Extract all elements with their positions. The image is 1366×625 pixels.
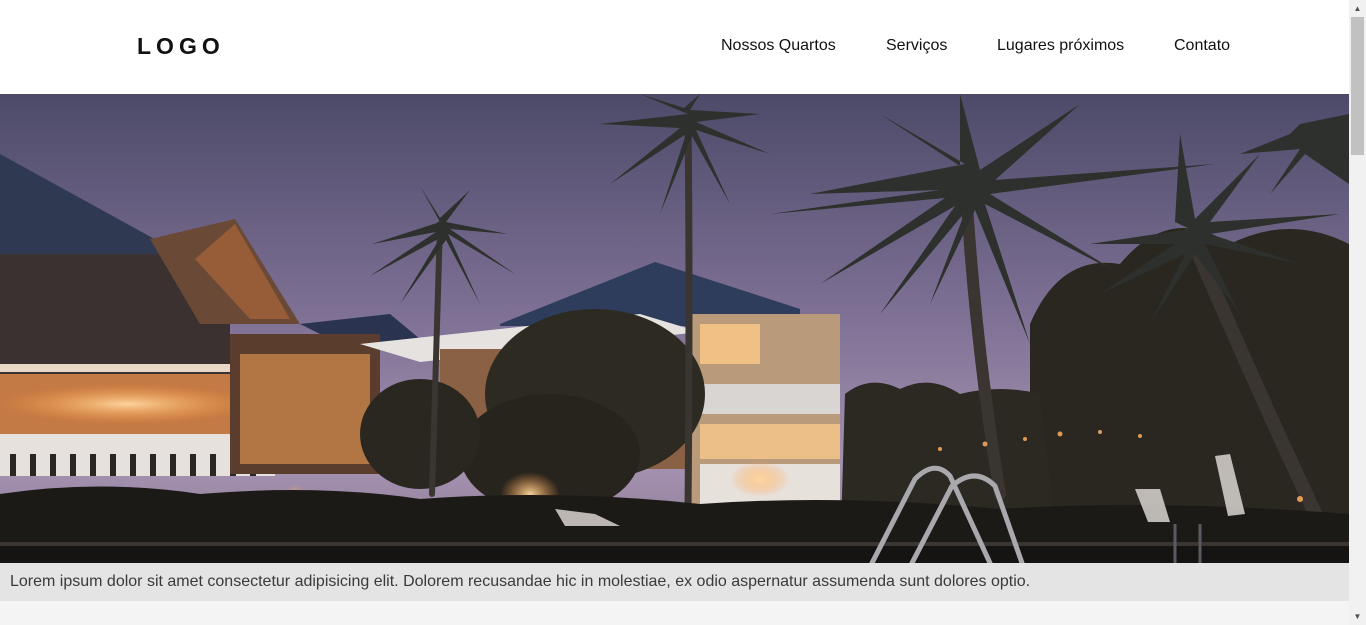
caption-bar: Lorem ipsum dolor sit amet consectetur a… — [0, 563, 1349, 601]
hero-image — [0, 94, 1349, 563]
nav-link-servicos[interactable]: Serviços — [886, 37, 947, 55]
scrollbar-thumb[interactable] — [1351, 17, 1364, 155]
nav-link-contato[interactable]: Contato — [1174, 37, 1230, 55]
site-header: LOGO Nossos Quartos Serviços Lugares pró… — [0, 0, 1349, 94]
triangle-up-icon[interactable]: ▲ — [1349, 0, 1366, 17]
nav-link-lugares-proximos[interactable]: Lugares próximos — [997, 37, 1124, 55]
page-viewport: LOGO Nossos Quartos Serviços Lugares pró… — [0, 0, 1349, 625]
browser-page: LOGO Nossos Quartos Serviços Lugares pró… — [0, 0, 1366, 625]
caption-text: Lorem ipsum dolor sit amet consectetur a… — [10, 573, 1031, 590]
main-nav: Nossos Quartos Serviços Lugares próximos… — [0, 37, 1349, 57]
resort-night-photo — [0, 94, 1349, 563]
vertical-scrollbar[interactable]: ▲ ▼ — [1349, 0, 1366, 625]
triangle-down-icon[interactable]: ▼ — [1349, 608, 1366, 625]
nav-link-nossos-quartos[interactable]: Nossos Quartos — [721, 37, 836, 55]
